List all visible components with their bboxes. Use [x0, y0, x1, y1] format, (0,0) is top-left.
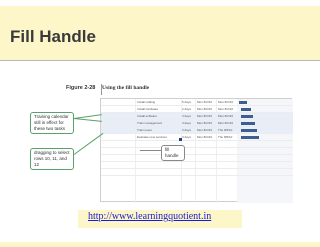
task-name: Install cabling	[137, 100, 156, 104]
callout-leader	[73, 132, 104, 155]
task-name: Train users	[137, 128, 152, 132]
task-name: Install software	[137, 114, 158, 118]
task-name: Evaluate new services	[137, 135, 167, 139]
callout-leader	[140, 150, 162, 151]
website-link[interactable]: http://www.learningquotient.in	[88, 211, 211, 222]
callout-dragging: dragging to select rows 10, 11, and 12	[30, 148, 74, 170]
task-start: Mon 8/2/10	[197, 135, 213, 139]
gantt-bar	[241, 108, 251, 111]
empty-row	[101, 169, 293, 176]
table-row[interactable]: Install software 3 days Mon 8/2/10 Mon 8…	[101, 113, 293, 120]
task-duration: 3 days	[182, 114, 191, 118]
table-row[interactable]: Install cabling 5 days Mon 8/2/10 Mon 8/…	[101, 99, 293, 106]
figure: Figure 2-28 Using the fill handle Instal…	[30, 82, 293, 203]
gantt-sheet: Install cabling 5 days Mon 8/2/10 Mon 8/…	[100, 98, 293, 203]
figure-label: Figure 2-28	[66, 85, 96, 91]
empty-row	[101, 155, 293, 162]
task-start: Mon 8/2/10	[197, 100, 213, 104]
footer-band	[0, 242, 320, 247]
slide-title: Fill Handle	[10, 27, 96, 46]
task-start: Mon 8/2/10	[197, 121, 213, 125]
table-row[interactable]: Install hardware 2 days Mon 8/2/10 Mon 8…	[101, 106, 293, 113]
gantt-bar	[239, 101, 247, 104]
task-finish: Mon 8/2/10	[218, 107, 234, 111]
gantt-bar	[241, 122, 255, 125]
gantt-bar	[241, 129, 257, 132]
callout-leader	[73, 118, 102, 122]
task-start: Mon 8/2/10	[197, 114, 213, 118]
table-row[interactable]: Evaluate new services 3 days Mon 8/2/10 …	[101, 134, 293, 141]
task-duration: 3 days	[182, 121, 191, 125]
table-row[interactable]: Train management 3 days Mon 8/2/10 Mon 8…	[101, 120, 293, 127]
task-duration: 5 days	[182, 100, 191, 104]
task-finish: Mon 8/2/10	[218, 114, 234, 118]
empty-row	[101, 141, 293, 148]
task-duration: 3 days	[182, 128, 191, 132]
task-finish: Thu 8/5/10	[218, 128, 233, 132]
task-finish: Thu 8/5/10	[218, 135, 233, 139]
task-duration: 3 days	[182, 135, 191, 139]
task-name: Train management	[137, 121, 163, 125]
empty-row	[101, 148, 293, 155]
task-duration: 2 days	[182, 107, 191, 111]
slide: Fill Handle Figure 2-28 Using the fill h…	[0, 0, 320, 247]
task-name: Install hardware	[137, 107, 159, 111]
empty-row	[101, 162, 293, 169]
task-finish: Mon 8/2/10	[218, 100, 234, 104]
title-rule	[0, 60, 320, 61]
table-row[interactable]: Train users 3 days Mon 8/2/10 Thu 8/5/10	[101, 127, 293, 134]
gantt-bar	[241, 115, 253, 118]
gantt-bar	[241, 136, 259, 139]
task-start: Mon 8/2/10	[197, 107, 213, 111]
callout-training-calendar: Training calendar still in effect for th…	[30, 112, 74, 134]
task-start: Mon 8/2/10	[197, 128, 213, 132]
task-finish: Mon 8/2/10	[218, 121, 234, 125]
callout-fill-handle: fill handle	[161, 145, 185, 161]
fill-handle-marker[interactable]	[179, 138, 182, 141]
figure-title: Using the fill handle	[102, 85, 150, 91]
